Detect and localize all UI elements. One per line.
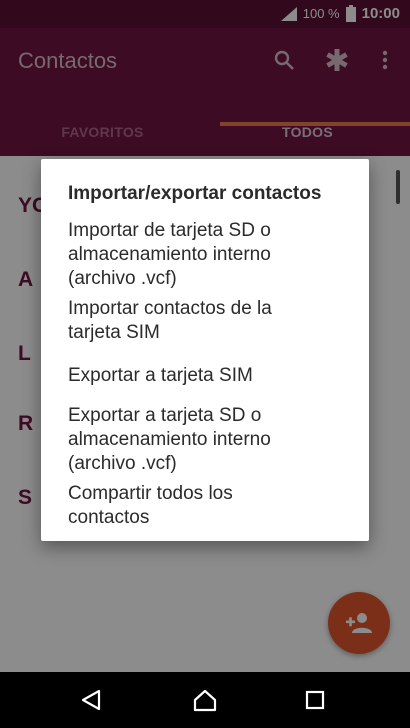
option-import-sd[interactable]: Importar de tarjeta SD o almacenamiento … [68,219,358,291]
recents-icon[interactable] [303,688,327,712]
option-export-sim[interactable]: Exportar a tarjeta SIM [68,364,358,388]
navigation-bar [0,672,410,728]
import-export-dialog: Importar/exportar contactos Importar de … [41,159,369,541]
option-import-sim[interactable]: Importar contactos de la tarjeta SIM [68,297,358,345]
home-icon[interactable] [193,688,217,712]
back-icon[interactable] [79,688,103,712]
option-share-all[interactable]: Compartir todos los contactos [68,482,358,530]
dialog-title: Importar/exportar contactos [68,183,322,204]
option-export-sd[interactable]: Exportar a tarjeta SD o almacenamiento i… [68,404,358,476]
